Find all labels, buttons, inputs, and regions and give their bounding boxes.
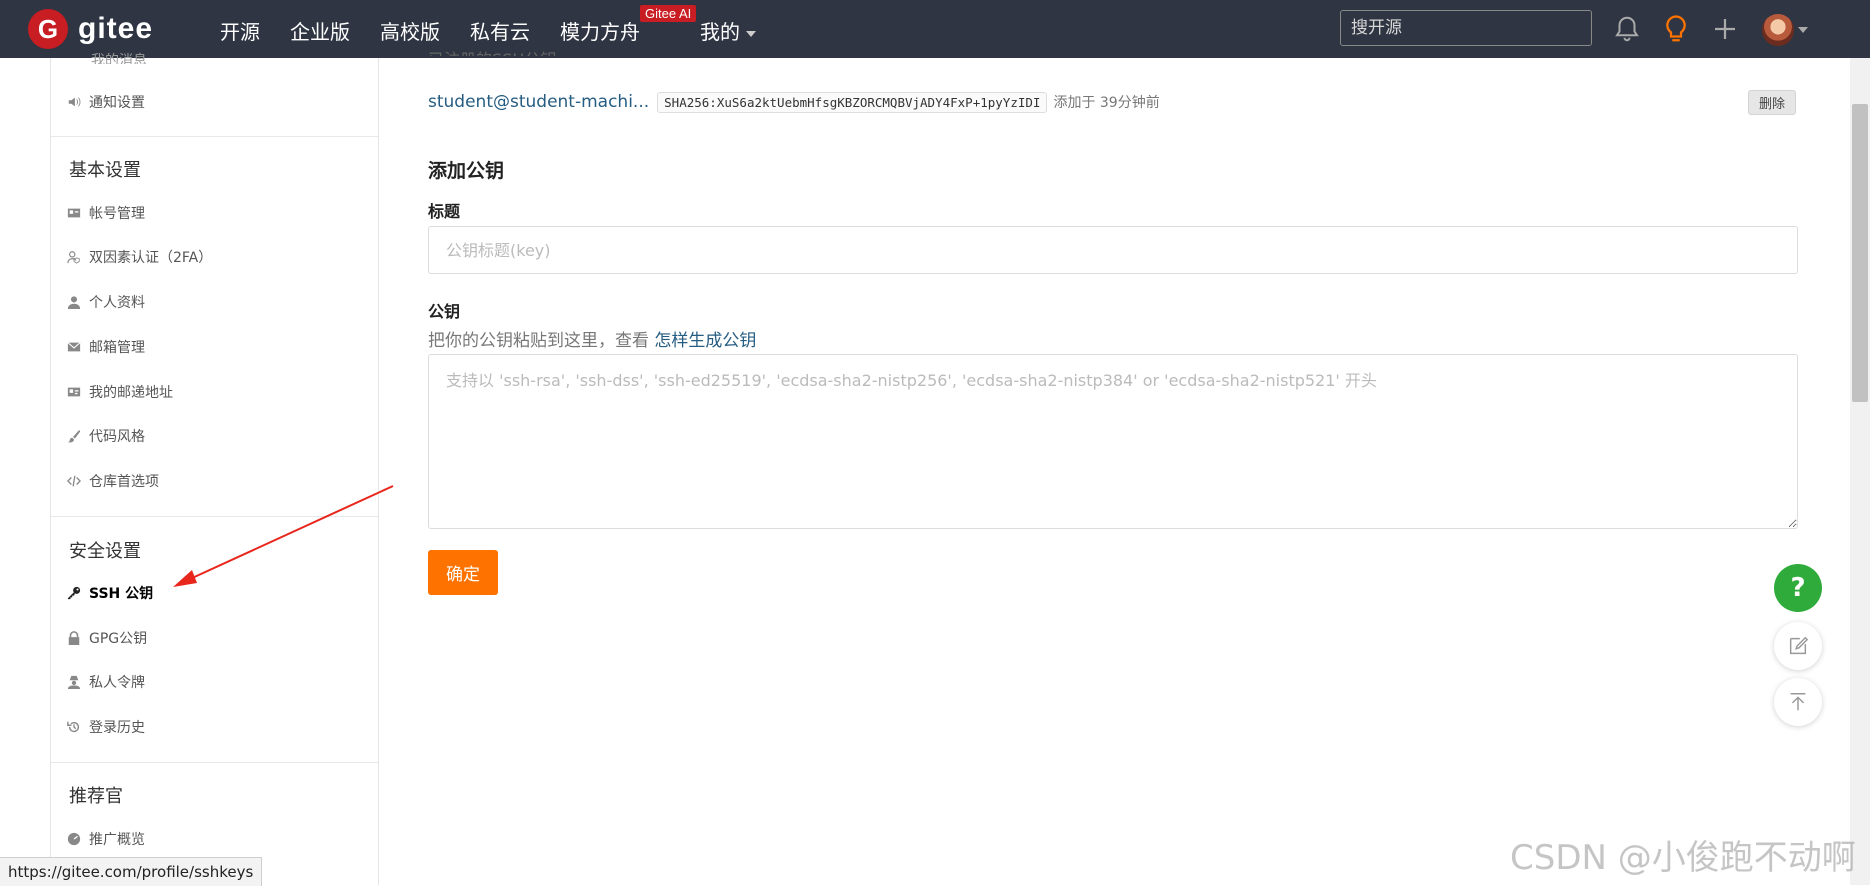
chevron-down-icon — [746, 30, 756, 37]
speaker-icon — [68, 97, 81, 107]
sidebar-item-login-history[interactable]: 登录历史 — [67, 717, 145, 737]
sidebar-item-label: 私人令牌 — [89, 675, 145, 691]
sidebar-item-notify-settings[interactable]: 通知设置 — [67, 92, 145, 112]
gitee-ai-badge[interactable]: Gitee AI — [640, 5, 697, 22]
hint-text: 把你的公钥粘贴到这里，查看 — [428, 331, 655, 351]
registered-keys-heading-partial: 已注册的SSH公钥 — [428, 46, 556, 56]
sidebar-item-2fa[interactable]: 双因素认证（2FA） — [67, 247, 212, 267]
sidebar-item-label: 双因素认证（2FA） — [89, 250, 213, 266]
sidebar-item-profile[interactable]: 个人资料 — [67, 292, 145, 312]
ssh-key-added-time: 添加于 39分钟前 — [1053, 95, 1160, 111]
ssh-key-row: student@student-machi... SHA256:XuS6a2kt… — [428, 89, 1796, 115]
feedback-button[interactable] — [1774, 622, 1822, 670]
add-key-heading: 添加公钥 — [428, 160, 505, 182]
question-icon: ? — [1790, 573, 1806, 603]
confirm-button[interactable]: 确定 — [428, 550, 498, 595]
public-key-label: 公钥 — [428, 302, 461, 321]
bell-icon[interactable] — [1612, 14, 1642, 44]
sidebar-item-repo-prefs[interactable]: 仓库首选项 — [67, 471, 159, 491]
gitee-logo-icon: G — [28, 9, 68, 49]
logo-text: gitee — [78, 12, 154, 45]
sidebar-item-address[interactable]: 我的邮递地址 — [67, 382, 173, 402]
nav-mine-dropdown[interactable]: 我的 — [700, 16, 756, 45]
nav-mine-label: 我的 — [700, 20, 740, 44]
user-shield-icon — [67, 251, 80, 264]
gitee-logo[interactable]: G gitee — [28, 9, 153, 49]
sidebar-divider — [51, 762, 378, 763]
sidebar-item-ssh-keys[interactable]: SSH 公钥 — [67, 583, 153, 603]
basic-settings-header: 基本设置 — [69, 160, 141, 181]
sidebar-item-label: GPG公钥 — [89, 631, 148, 647]
sidebar-item-label: 登录历史 — [89, 720, 145, 736]
sidebar-divider — [51, 516, 378, 517]
help-button[interactable]: ? — [1774, 564, 1822, 612]
referrer-header: 推荐官 — [69, 786, 123, 807]
nav-open-source[interactable]: 开源 — [220, 16, 260, 45]
user-avatar[interactable] — [1762, 14, 1794, 46]
sidebar-divider — [51, 136, 378, 137]
public-key-textarea[interactable] — [428, 354, 1798, 529]
sidebar-item-label: 推广概览 — [89, 832, 145, 848]
sidebar-item-label: 邮箱管理 — [89, 340, 145, 356]
ssh-key-title-link[interactable]: student@student-machi... — [428, 92, 649, 112]
lightbulb-icon[interactable] — [1661, 14, 1691, 44]
nav-moli-fangzhou[interactable]: 模力方舟 — [560, 16, 640, 45]
id-card-icon — [67, 208, 81, 218]
sidebar-item-messages-partial[interactable]: 我的消息 — [91, 50, 147, 64]
sidebar-item-label: 通知设置 — [89, 95, 145, 111]
back-to-top-button[interactable] — [1774, 678, 1822, 726]
envelope-icon — [67, 342, 81, 352]
arrow-up-icon — [1790, 693, 1806, 711]
sidebar-item-tokens[interactable]: 私人令牌 — [67, 672, 145, 692]
how-to-generate-link[interactable]: 怎样生成公钥 — [654, 331, 756, 351]
code-icon — [67, 475, 81, 487]
plus-icon[interactable] — [1710, 14, 1740, 44]
nav-education[interactable]: 高校版 — [380, 16, 440, 45]
sidebar-item-email[interactable]: 邮箱管理 — [67, 337, 145, 357]
security-settings-header: 安全设置 — [69, 541, 141, 562]
sidebar-item-label: 我的邮递地址 — [89, 385, 173, 401]
sidebar-item-label: 个人资料 — [89, 295, 145, 311]
sidebar-item-code-style[interactable]: 代码风格 — [67, 426, 145, 446]
history-icon — [67, 721, 80, 733]
delete-key-button[interactable]: 删除 — [1747, 90, 1796, 115]
sidebar-item-account[interactable]: 帐号管理 — [67, 203, 145, 223]
user-icon — [67, 296, 81, 309]
csdn-watermark: CSDN @小俊跑不动啊 — [1510, 838, 1856, 878]
public-key-hint: 把你的公钥粘贴到这里，查看 怎样生成公钥 — [428, 326, 756, 351]
sidebar-item-gpg-keys[interactable]: GPG公钥 — [67, 628, 147, 648]
lock-icon — [68, 631, 80, 645]
address-card-icon — [67, 387, 81, 397]
nav-enterprise[interactable]: 企业版 — [290, 16, 350, 45]
avatar-chevron-down-icon[interactable] — [1798, 27, 1808, 33]
key-title-input[interactable] — [428, 226, 1798, 274]
sidebar-item-label: SSH 公钥 — [89, 586, 154, 602]
sidebar-item-label: 帐号管理 — [89, 206, 145, 222]
edit-icon — [1789, 636, 1809, 655]
paintbrush-icon — [67, 429, 81, 443]
nav-private-cloud[interactable]: 私有云 — [470, 16, 530, 45]
title-label: 标题 — [428, 202, 461, 221]
dashboard-icon — [67, 832, 81, 846]
sidebar-item-promo-overview[interactable]: 推广概览 — [67, 829, 145, 849]
settings-sidebar: 我的消息 通知设置 基本设置 帐号管理 双因素认证（2FA） 个人资料 邮箱管理… — [50, 53, 379, 885]
user-secret-icon — [67, 675, 81, 689]
scrollbar-thumb[interactable] — [1852, 104, 1868, 402]
sidebar-item-label: 仓库首选项 — [89, 474, 159, 490]
search-input[interactable] — [1340, 10, 1592, 46]
sidebar-item-label: 代码风格 — [89, 429, 145, 445]
page-scrollbar[interactable] — [1850, 58, 1870, 885]
top-navbar: G gitee 开源 企业版 高校版 私有云 模力方舟 Gitee AI 我的 — [0, 0, 1870, 58]
ssh-key-fingerprint: SHA256:XuS6a2ktUebmHfsgKBZORCMQBVjADY4Fx… — [657, 91, 1048, 113]
link-status-bar: https://gitee.com/profile/sshkeys — [0, 857, 263, 886]
key-icon — [67, 586, 81, 600]
